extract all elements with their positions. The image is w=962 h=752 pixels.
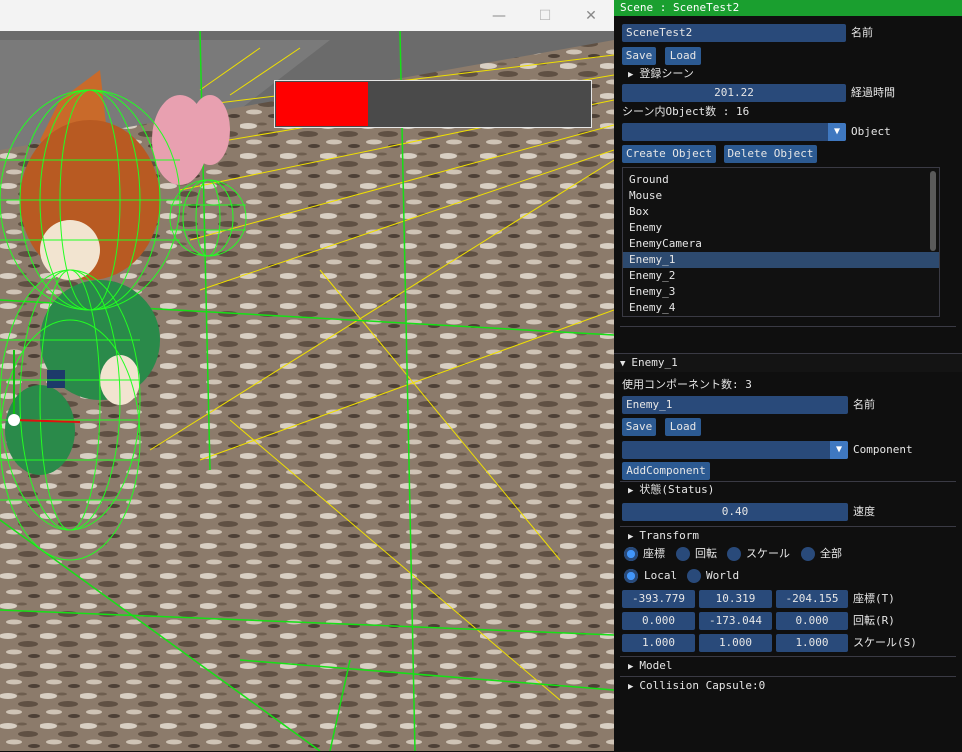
health-bar-fill	[276, 82, 368, 126]
enemy-name-input[interactable]: Enemy_1	[622, 396, 848, 414]
enemy-panel-title-text: Enemy_1	[631, 356, 678, 369]
list-item[interactable]: EnemyCamera	[623, 236, 939, 252]
divider	[620, 656, 956, 657]
registered-scenes-label: 登録シーン	[639, 67, 694, 80]
collapsed-arrow-icon: ▶	[628, 70, 634, 80]
speed-label: 速度	[853, 505, 875, 518]
scene-load-button[interactable]: Load	[665, 47, 701, 65]
list-item[interactable]: Enemy_4	[623, 300, 939, 316]
scale-label: スケール(S)	[853, 636, 917, 649]
status-header[interactable]: ▶ 状態(Status)	[628, 482, 714, 499]
maximize-button[interactable]: ☐	[522, 0, 568, 31]
radio-scale-label: スケール	[746, 547, 790, 560]
component-count-text: 使用コンポーネント数: 3	[622, 378, 752, 391]
registered-scenes-header[interactable]: ▶ 登録シーン	[628, 66, 694, 83]
object-combo-label: Object	[851, 125, 891, 138]
radio-scale[interactable]	[727, 547, 741, 561]
list-scrollbar[interactable]	[930, 171, 936, 251]
collision-header-label: Collision Capsule:0	[639, 679, 766, 692]
object-combo[interactable]: ▼	[622, 123, 846, 141]
enemy-name-label: 名前	[853, 398, 875, 411]
radio-position-label: 座標	[643, 547, 665, 560]
model-header-label: Model	[639, 659, 673, 672]
radio-local-label: Local	[644, 569, 678, 582]
position-x-input[interactable]: -393.779	[622, 590, 695, 608]
radio-all[interactable]	[801, 547, 815, 561]
enemy-panel-title[interactable]: ▼ Enemy_1	[614, 354, 962, 372]
scene-name-input[interactable]: SceneTest2	[622, 24, 846, 42]
position-z-input[interactable]: -204.155	[776, 590, 848, 608]
collision-header[interactable]: ▶ Collision Capsule:0	[628, 678, 765, 695]
position-label: 座標(T)	[853, 592, 895, 605]
collapsed-arrow-icon: ▶	[628, 532, 634, 542]
window-titlebar: — ☐ ✕	[0, 0, 614, 31]
divider	[620, 676, 956, 677]
object-count-text: シーン内Object数 : 16	[622, 105, 750, 118]
component-combo-label: Component	[853, 443, 913, 456]
expanded-arrow-icon: ▼	[620, 359, 626, 369]
collapsed-arrow-icon: ▶	[628, 662, 634, 672]
list-item[interactable]: Enemy_3	[623, 284, 939, 300]
close-button[interactable]: ✕	[568, 0, 614, 31]
transform-header-label: Transform	[639, 529, 700, 542]
chevron-down-icon: ▼	[828, 123, 846, 141]
add-component-button[interactable]: AddComponent	[622, 462, 710, 480]
status-header-label: 状態(Status)	[639, 483, 715, 496]
transform-header[interactable]: ▶ Transform	[628, 528, 699, 545]
radio-rotation[interactable]	[676, 547, 690, 561]
radio-world-label: World	[706, 569, 740, 582]
elapsed-time-label: 経過時間	[851, 86, 895, 99]
list-item[interactable]: Enemy_1	[623, 252, 939, 268]
scene-save-button[interactable]: Save	[622, 47, 656, 65]
radio-position[interactable]	[624, 547, 638, 561]
rotation-x-input[interactable]: 0.000	[622, 612, 695, 630]
radio-local[interactable]	[624, 569, 638, 583]
rotation-z-input[interactable]: 0.000	[776, 612, 848, 630]
scale-z-input[interactable]: 1.000	[776, 634, 848, 652]
list-item[interactable]: Enemy_2	[623, 268, 939, 284]
scene-name-label: 名前	[851, 26, 873, 39]
scale-x-input[interactable]: 1.000	[622, 634, 695, 652]
chevron-down-icon: ▼	[830, 441, 848, 459]
list-item[interactable]: Mouse	[623, 188, 939, 204]
list-item[interactable]: Ground	[623, 172, 939, 188]
list-item[interactable]: Enemy	[623, 220, 939, 236]
collapsed-arrow-icon: ▶	[628, 682, 634, 692]
speed-input[interactable]: 0.40	[622, 503, 848, 521]
radio-all-label: 全部	[820, 547, 842, 560]
component-combo[interactable]: ▼	[622, 441, 848, 459]
rotation-y-input[interactable]: -173.044	[699, 612, 772, 630]
divider	[620, 326, 956, 327]
collapsed-arrow-icon: ▶	[628, 486, 634, 496]
scene-panel-title[interactable]: Scene : SceneTest2	[614, 0, 962, 16]
enemy-inspector-panel: ▼ Enemy_1 使用コンポーネント数: 3 Enemy_1 名前 Save L…	[614, 353, 962, 752]
radio-rotation-label: 回転	[695, 547, 717, 560]
rotation-label: 回転(R)	[853, 614, 895, 627]
scene-panel: Scene : SceneTest2 SceneTest2 名前 Save Lo…	[614, 0, 962, 352]
radio-world[interactable]	[687, 569, 701, 583]
enemy-save-button[interactable]: Save	[622, 418, 656, 436]
health-bar	[274, 80, 592, 128]
divider	[620, 526, 956, 527]
scale-y-input[interactable]: 1.000	[699, 634, 772, 652]
object-list[interactable]: Ground Mouse Box Enemy EnemyCamera Enemy_1 Ene…	[622, 167, 940, 317]
list-item[interactable]: Box	[623, 204, 939, 220]
position-y-input[interactable]: 10.319	[699, 590, 772, 608]
enemy-load-button[interactable]: Load	[665, 418, 701, 436]
minimize-button[interactable]: —	[476, 0, 522, 31]
elapsed-time-input[interactable]: 201.22	[622, 84, 846, 102]
delete-object-button[interactable]: Delete Object	[724, 145, 817, 163]
model-header[interactable]: ▶ Model	[628, 658, 673, 675]
create-object-button[interactable]: Create Object	[622, 145, 716, 163]
